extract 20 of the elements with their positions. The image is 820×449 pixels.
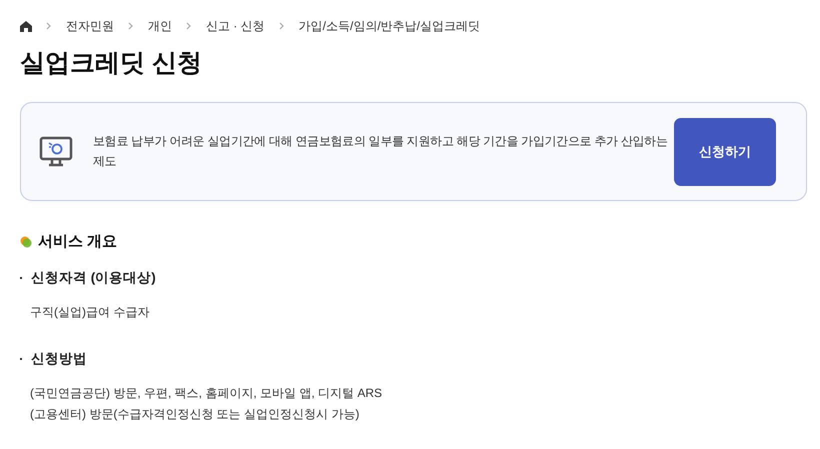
section-heading: 서비스 개요: [38, 232, 118, 252]
chevron-icon: [128, 22, 134, 30]
chevron-icon: [278, 22, 285, 30]
item-title: 신청자격 (이용대상): [31, 268, 156, 287]
item-text: (고용센터) 방문(수급자격인정신청 또는 실업인정신청시 가능): [30, 406, 360, 423]
home-icon[interactable]: [20, 20, 32, 32]
item-title: 신청방법: [31, 350, 87, 368]
item-text: (국민연금공단) 방문, 우편, 팩스, 홈페이지, 모바일 앱, 디지털 ARS: [30, 385, 384, 402]
page-title: 실업크레딧 신청: [20, 48, 203, 78]
chevron-icon: [46, 22, 52, 30]
breadcrumb-link[interactable]: 가입/소득/임의/반추납/실업크레딧: [298, 17, 480, 35]
monitor-icon: [39, 134, 73, 168]
breadcrumb-link[interactable]: 전자민원: [66, 17, 114, 35]
item-text: 구직(실업)급여 수급자: [30, 304, 150, 321]
breadcrumb-link[interactable]: 신고 · 신청: [206, 17, 265, 35]
apply-button[interactable]: 신청하기: [674, 118, 776, 186]
bullet-icon: [20, 236, 32, 248]
service-description: 보험료 납부가 어려운 실업기간에 대해 연금보험료의 일부를 지원하고 해당 기간을 가입기간으로 추가 산입하는 제도: [93, 133, 668, 170]
chevron-icon: [186, 22, 192, 30]
breadcrumb-link[interactable]: 개인: [148, 17, 172, 35]
